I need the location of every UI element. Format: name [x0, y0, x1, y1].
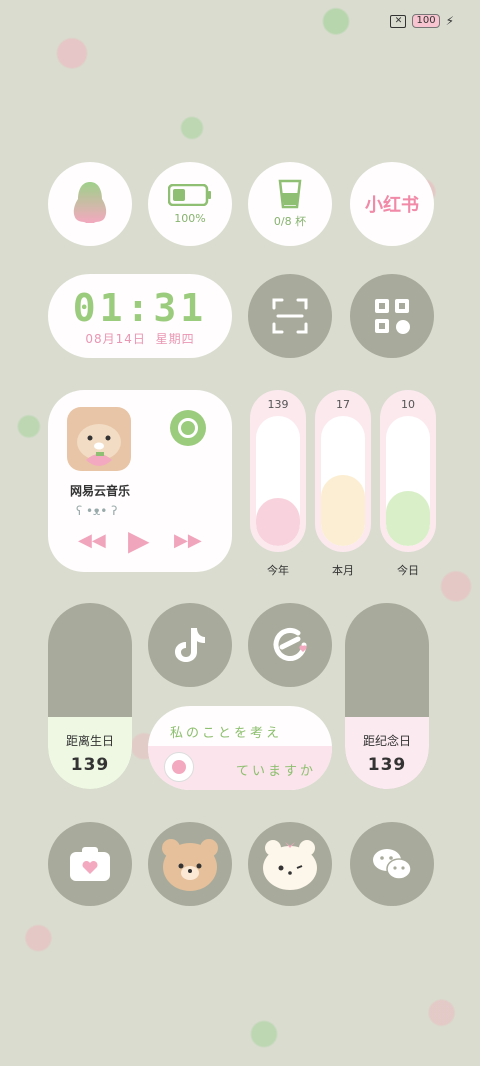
progress-year-value: 139: [267, 398, 289, 411]
scan-icon: [272, 298, 308, 334]
progress-year: 139: [250, 390, 306, 552]
white-cat-icon: [263, 840, 317, 890]
brown-bear-icon: [162, 839, 218, 891]
camera-icon: [70, 847, 110, 881]
bear-app-icon[interactable]: [148, 822, 232, 906]
clock-time: 01:31: [72, 285, 208, 330]
progress-day-label: 今日: [397, 564, 419, 577]
progress-day-fill: [386, 491, 430, 546]
music-widget[interactable]: 网易云音乐 ʕ •ᴥ• ʔ ◀◀ ▶ ▶▶: [48, 390, 232, 572]
qrcode-app-icon[interactable]: [350, 274, 434, 358]
xiaohongshu-app-icon[interactable]: 小红书: [350, 162, 434, 246]
next-track-icon[interactable]: ▶▶: [174, 530, 202, 551]
clock-date: 08月14日: [85, 331, 146, 346]
cup-icon: [278, 179, 302, 209]
progress-year-label: 今年: [267, 564, 289, 577]
progress-year-track: [256, 416, 300, 546]
quote-widget[interactable]: 私のことを考え ていますか: [148, 706, 332, 790]
progress-month-track: [321, 416, 365, 546]
music-title: 网易云音乐: [70, 484, 131, 498]
no-sim-icon: ✕: [390, 14, 407, 28]
progress-month-value: 17: [336, 398, 350, 411]
strawberry-icon: [164, 752, 194, 782]
tiktok-icon: [175, 628, 205, 662]
play-icon[interactable]: ▶: [128, 524, 150, 557]
netease-logo-icon: [170, 410, 206, 446]
scan-app-icon[interactable]: [248, 274, 332, 358]
progress-month-fill: [321, 474, 365, 546]
eleme-icon: [273, 628, 307, 661]
progress-day-track: [386, 416, 430, 546]
battery-percent: 100%: [174, 211, 206, 225]
wechat-icon: [373, 849, 412, 880]
tiktok-app-icon[interactable]: [148, 603, 232, 687]
battery-widget[interactable]: 100%: [148, 162, 232, 246]
progress-month-label: 本月: [332, 564, 354, 577]
previous-track-icon[interactable]: ◀◀: [78, 530, 106, 551]
eleme-app-icon[interactable]: [248, 603, 332, 687]
bear-avatar-icon: [67, 407, 131, 471]
quote-line-2: ていますか: [236, 764, 317, 779]
water-count: 0/8 杯: [273, 215, 307, 228]
birthday-countdown-widget[interactable]: 距离生日 139: [48, 603, 132, 789]
progress-day-value: 10: [401, 398, 415, 411]
clock-date-line: 08月14日 星期四: [85, 330, 194, 347]
battery-icon: [168, 183, 211, 206]
anniversary-countdown-widget[interactable]: 距纪念日 139: [345, 603, 429, 789]
qq-app-icon[interactable]: [48, 162, 132, 246]
cat-app-icon[interactable]: [248, 822, 332, 906]
anniversary-label: 距纪念日: [362, 733, 411, 748]
qr-code-icon: [375, 299, 410, 334]
progress-year-fill: [256, 497, 300, 546]
birthday-panel: 距离生日 139: [48, 717, 132, 789]
anniversary-panel: 距纪念日 139: [345, 717, 429, 789]
music-lyric-placeholder: ʕ •ᴥ• ʔ: [76, 504, 118, 518]
wechat-app-icon[interactable]: [350, 822, 434, 906]
clock-widget[interactable]: 01:31 08月14日 星期四: [48, 274, 232, 358]
quote-line-1: 私のことを考え: [170, 726, 283, 741]
water-widget[interactable]: 0/8 杯: [248, 162, 332, 246]
progress-day: 10: [380, 390, 436, 552]
camera-app-icon[interactable]: [48, 822, 132, 906]
progress-month: 17: [315, 390, 371, 552]
battery-indicator: 100: [412, 14, 440, 28]
clock-weekday: 星期四: [155, 331, 195, 346]
status-bar: ✕ 100 ⚡: [390, 14, 454, 28]
xiaohongshu-label: 小红书: [365, 195, 419, 216]
birthday-label: 距离生日: [65, 733, 114, 748]
penguin-icon: [73, 182, 107, 223]
charging-icon: ⚡: [445, 14, 454, 28]
anniversary-days: 139: [367, 754, 407, 775]
birthday-days: 139: [70, 754, 110, 775]
